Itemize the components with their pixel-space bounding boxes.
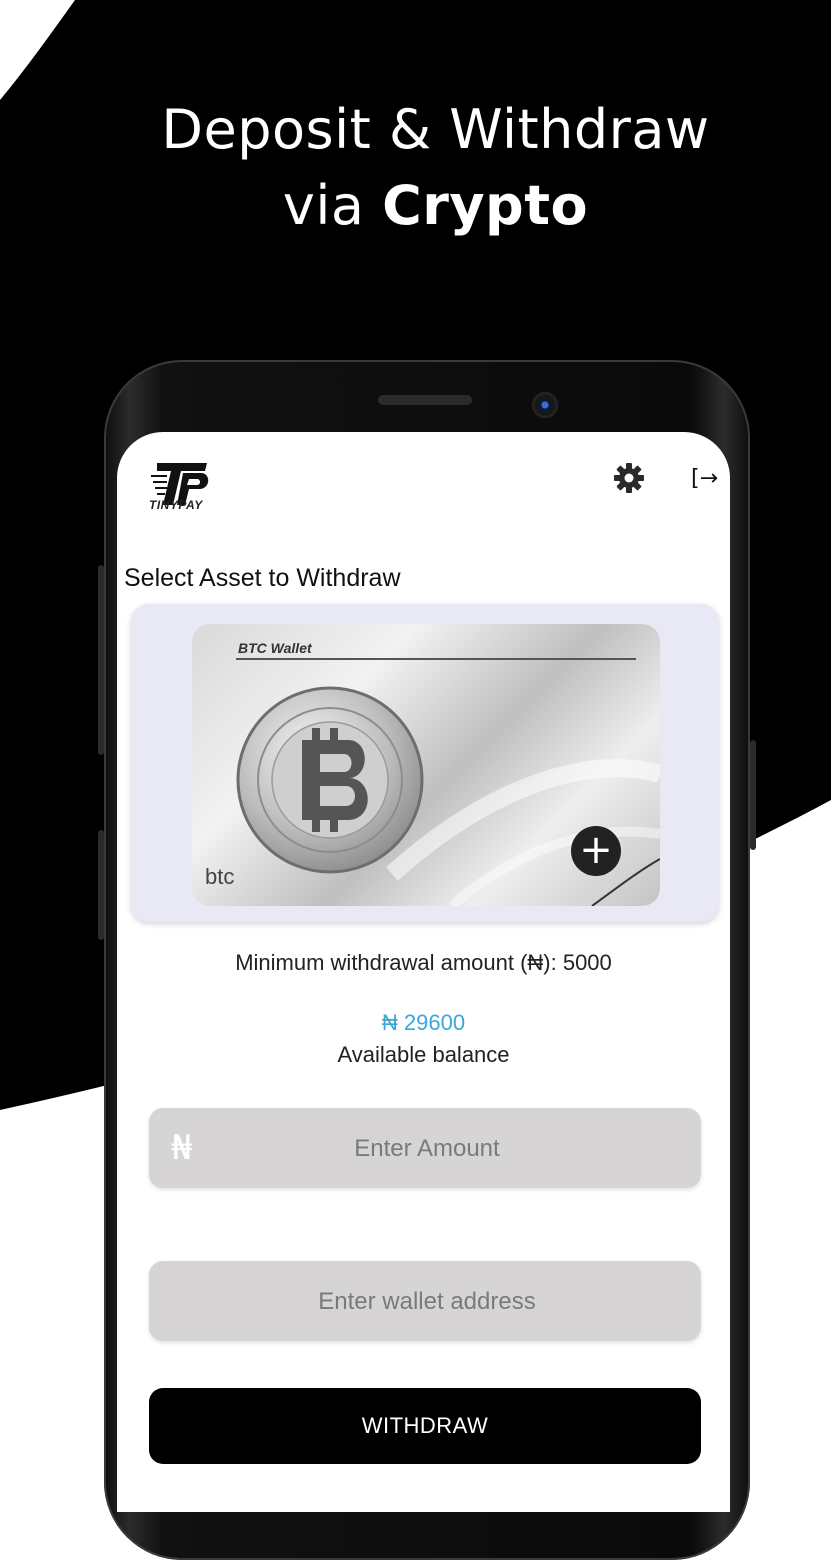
asset-symbol: btc [205,864,235,889]
phone-camera [532,392,558,418]
headline-prefix: via [282,174,383,237]
section-title: Select Asset to Withdraw [124,564,401,592]
logout-icon[interactable]: [→ [691,466,718,491]
wallet-address-field [149,1261,705,1343]
promo-headline: Deposit & Withdraw via Crypto [0,92,831,244]
wallet-address-input[interactable] [149,1261,705,1343]
phone-speaker [378,395,472,405]
headline-line-1: Deposit & Withdraw [161,98,710,161]
available-balance-label: Available balance [337,1042,510,1067]
minimum-withdrawal-text: Minimum withdrawal amount (₦): 5000 [235,950,612,975]
headline-line-2: via Crypto [0,168,831,244]
headline-strong: Crypto [382,174,589,237]
app-screen: TINYPAY [→ Select Asset to Withdraw BTC … [117,432,730,1512]
phone-volume-button-upper [98,565,104,755]
gear-icon[interactable] [613,462,645,494]
brand-name: TINYPAY [149,498,203,512]
add-asset-button[interactable]: + [571,826,621,876]
naira-icon: ₦ [171,1128,193,1168]
withdraw-button[interactable]: WITHDRAW [149,1388,701,1464]
phone-volume-button-lower [98,830,104,940]
wallet-divider [236,658,636,660]
btc-wallet-card[interactable]: BTC Wallet btc + [192,624,660,906]
phone-power-button [750,740,756,850]
wallet-title: BTC Wallet [238,640,312,656]
bitcoin-coin-icon [236,686,424,874]
asset-card-btc[interactable]: BTC Wallet btc + [131,604,719,922]
amount-input[interactable] [149,1108,705,1190]
amount-field: ₦ [149,1108,705,1190]
available-balance-amount: ₦ 29600 [381,1010,466,1035]
